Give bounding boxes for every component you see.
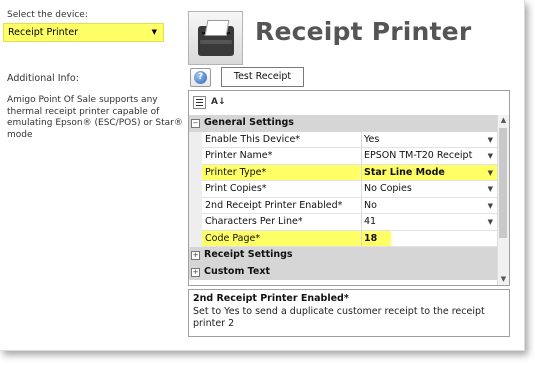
category-custom-text[interactable]: + Custom Text: [189, 263, 497, 280]
categorized-view-icon[interactable]: [193, 96, 206, 109]
property-grid-toolbar: A↓: [189, 91, 509, 114]
chevron-down-icon[interactable]: ▼: [488, 181, 493, 197]
property-row-printer-name[interactable]: Printer Name* EPSON TM-T20 Receipt ▼: [189, 148, 497, 165]
help-icon: ?: [194, 71, 207, 84]
property-row-2nd-printer[interactable]: 2nd Receipt Printer Enabled* No ▼: [189, 197, 497, 214]
chevron-down-icon[interactable]: ▼: [488, 214, 493, 230]
property-value[interactable]: Star Line Mode ▼: [362, 164, 497, 181]
property-name: Characters Per Line*: [202, 214, 362, 231]
scrollbar-thumb[interactable]: [499, 128, 507, 238]
description-title: 2nd Receipt Printer Enabled*: [193, 293, 349, 304]
collapse-icon[interactable]: −: [191, 119, 200, 128]
property-name: Printer Type*: [202, 164, 362, 181]
property-name: Print Copies*: [202, 181, 362, 198]
category-label: Custom Text: [204, 265, 270, 277]
chevron-down-icon[interactable]: ▼: [488, 165, 493, 181]
chevron-down-icon[interactable]: ▼: [488, 132, 493, 148]
device-settings-window: Select the device: Receipt Printer ▼ Add…: [0, 0, 525, 351]
test-receipt-button[interactable]: Test Receipt: [221, 67, 304, 87]
device-dropdown[interactable]: Receipt Printer ▼: [3, 23, 164, 42]
property-value[interactable]: 18: [362, 230, 497, 247]
property-name: 2nd Receipt Printer Enabled*: [202, 197, 362, 214]
property-value[interactable]: No ▼: [362, 198, 497, 214]
property-row-printer-type[interactable]: Printer Type* Star Line Mode ▼: [189, 164, 497, 181]
additional-info-text: Amigo Point Of Sale supports any thermal…: [7, 95, 183, 140]
property-value[interactable]: Yes ▼: [362, 132, 497, 148]
property-row-print-copies[interactable]: Print Copies* No Copies ▼: [189, 181, 497, 198]
property-row-code-page[interactable]: Code Page* 18: [189, 230, 497, 247]
property-value[interactable]: EPSON TM-T20 Receipt ▼: [362, 148, 497, 165]
vertical-scrollbar[interactable]: ▲ ▼: [497, 115, 509, 285]
scroll-down-icon[interactable]: ▼: [498, 274, 509, 285]
help-button[interactable]: ?: [190, 68, 211, 87]
page-title: Receipt Printer: [255, 17, 472, 46]
property-name: Enable This Device*: [202, 131, 362, 148]
property-value[interactable]: 41 ▼: [362, 214, 497, 231]
additional-info-label: Additional Info:: [7, 73, 79, 84]
expand-icon[interactable]: +: [191, 251, 200, 260]
device-dropdown-value: Receipt Printer: [8, 27, 79, 38]
expand-icon[interactable]: +: [191, 267, 200, 277]
select-device-label: Select the device:: [7, 10, 88, 20]
category-receipt-settings[interactable]: + Receipt Settings: [189, 247, 497, 264]
chevron-down-icon: ▼: [151, 28, 157, 36]
chevron-down-icon[interactable]: ▼: [488, 198, 493, 214]
property-value[interactable]: No Copies ▼: [362, 181, 497, 198]
category-label: Receipt Settings: [204, 249, 293, 260]
property-row-characters-per-line[interactable]: Characters Per Line* 41 ▼: [189, 214, 497, 231]
scroll-up-icon[interactable]: ▲: [498, 115, 509, 126]
property-grid: A↓ − General Settings Enable This Device…: [188, 90, 510, 286]
alphabetical-sort-icon[interactable]: A↓: [211, 95, 226, 109]
receipt-printer-icon: [188, 11, 243, 65]
property-name: Printer Name*: [202, 148, 362, 165]
property-rows: − General Settings Enable This Device* Y…: [189, 115, 497, 280]
category-label: General Settings: [204, 117, 294, 128]
property-row-enable-device[interactable]: Enable This Device* Yes ▼: [189, 131, 497, 148]
property-name: Code Page*: [202, 230, 362, 247]
property-description-panel: 2nd Receipt Printer Enabled* Set to Yes …: [188, 289, 510, 337]
chevron-down-icon[interactable]: ▼: [488, 148, 493, 164]
category-general-settings[interactable]: − General Settings: [189, 115, 497, 132]
description-text: Set to Yes to send a duplicate customer …: [193, 306, 485, 329]
